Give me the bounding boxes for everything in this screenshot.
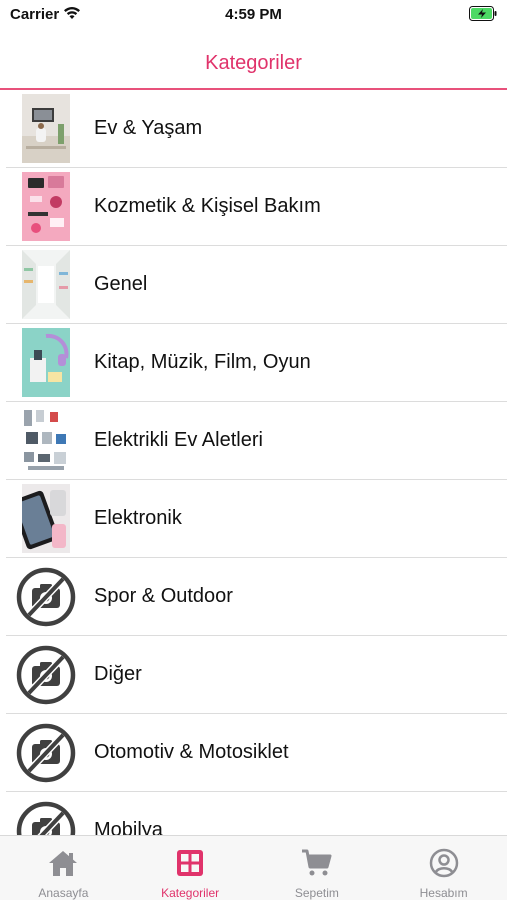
category-image-home — [22, 94, 70, 163]
no-image-icon — [16, 645, 76, 705]
category-row[interactable]: Kozmetik & Kişisel Bakım — [6, 168, 507, 246]
category-row[interactable]: Diğer — [6, 636, 507, 714]
category-label: Elektrikli Ev Aletleri — [94, 429, 263, 451]
tab-categories[interactable]: Kategoriler — [127, 836, 254, 900]
category-row[interactable]: Kitap, Müzik, Film, Oyun — [6, 324, 507, 402]
category-image-electronics — [22, 484, 70, 553]
category-label: Kozmetik & Kişisel Bakım — [94, 195, 321, 217]
category-label: Otomotiv & Motosiklet — [94, 741, 289, 763]
tab-label: Hesabım — [419, 886, 468, 900]
category-row[interactable]: Elektrikli Ev Aletleri — [6, 402, 507, 480]
category-label: Spor & Outdoor — [94, 585, 233, 607]
battery-icon — [469, 6, 497, 21]
category-label: Ev & Yaşam — [94, 117, 203, 139]
clock: 4:59 PM — [225, 6, 282, 23]
tab-label: Sepetim — [294, 886, 339, 900]
tab-label: Anasayfa — [38, 886, 89, 900]
category-image-general — [22, 250, 70, 319]
category-label: Genel — [94, 273, 148, 295]
no-image-icon — [16, 723, 76, 783]
tab-account[interactable]: Hesabım — [380, 836, 507, 900]
tab-home[interactable]: Anasayfa — [0, 836, 127, 900]
category-label: Kitap, Müzik, Film, Oyun — [94, 351, 311, 373]
category-image-appliances — [22, 406, 70, 475]
category-row[interactable]: Ev & Yaşam — [6, 90, 507, 168]
nav-header: Kategoriler — [0, 38, 507, 90]
tab-cart[interactable]: Sepetim — [254, 836, 381, 900]
tab-label: Kategoriler — [161, 886, 220, 900]
category-label: Mobilya — [94, 819, 163, 835]
category-image-books — [22, 328, 70, 397]
category-label: Elektronik — [94, 507, 182, 529]
cart-icon — [301, 849, 332, 876]
category-image-cosmetics — [22, 172, 70, 241]
category-row[interactable]: Genel — [6, 246, 507, 324]
category-label: Diğer — [94, 663, 142, 685]
category-row[interactable]: Otomotiv & Motosiklet — [6, 714, 507, 792]
no-image-icon — [16, 567, 76, 627]
page-title: Kategoriler — [205, 52, 302, 74]
account-icon — [429, 848, 458, 878]
category-list[interactable]: Ev & Yaşam Kozmetik & Kişisel Bakım Gene… — [0, 90, 507, 835]
no-image-icon — [16, 801, 76, 835]
tab-bar: Anasayfa Kategoriler Sepetim Hesabım — [0, 835, 507, 900]
category-row[interactable]: Elektronik — [6, 480, 507, 558]
home-icon — [49, 851, 78, 876]
category-row[interactable]: Mobilya — [6, 792, 507, 835]
category-row[interactable]: Spor & Outdoor — [6, 558, 507, 636]
status-bar: Carrier 4:59 PM — [0, 0, 507, 30]
grid-icon — [177, 850, 204, 876]
